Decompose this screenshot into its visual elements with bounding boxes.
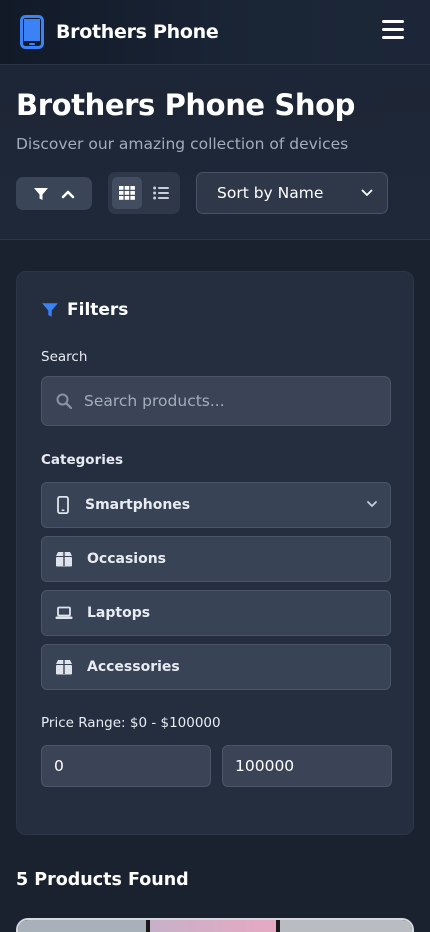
list-icon: [153, 186, 169, 200]
chevron-down-icon: [367, 501, 377, 507]
sort-select[interactable]: Sort by Name: [196, 172, 388, 214]
filters-title: Filters: [67, 300, 129, 320]
search-icon: [56, 393, 72, 409]
funnel-icon: [34, 187, 48, 200]
category-label: Accessories: [87, 659, 180, 675]
phone-icon: [20, 15, 44, 49]
price-max-input[interactable]: 100000: [222, 745, 392, 787]
products-count: 5 Products Found: [16, 870, 189, 890]
category-occasions[interactable]: Occasions: [41, 536, 391, 582]
smartphone-icon: [57, 496, 69, 514]
grid-view-button[interactable]: [112, 177, 142, 209]
search-input[interactable]: Search products...: [41, 376, 391, 426]
category-laptops[interactable]: Laptops: [41, 590, 391, 636]
product-image: [150, 920, 276, 932]
price-min-input[interactable]: 0: [41, 745, 211, 787]
box-icon: [56, 660, 72, 675]
category-label: Smartphones: [85, 497, 191, 513]
product-card[interactable]: [16, 918, 414, 932]
filters-panel: Filters Search Search products... Catego…: [16, 271, 414, 835]
funnel-icon: [42, 303, 58, 317]
list-view-button[interactable]: [146, 177, 176, 209]
search-placeholder: Search products...: [84, 392, 225, 410]
product-image: [18, 920, 146, 932]
sort-selected-value: Sort by Name: [217, 184, 324, 202]
page-subtitle: Discover our amazing collection of devic…: [16, 135, 349, 153]
product-image: [280, 920, 412, 932]
grid-icon: [119, 186, 135, 200]
box-icon: [56, 552, 72, 567]
page-title: Brothers Phone Shop: [16, 88, 356, 122]
category-label: Laptops: [87, 605, 151, 621]
category-smartphones[interactable]: Smartphones: [41, 482, 391, 528]
filters-header: Filters: [41, 300, 128, 320]
category-accessories[interactable]: Accessories: [41, 644, 391, 690]
price-range-label: Price Range: $0 - $100000: [41, 715, 221, 731]
categories-label: Categories: [41, 452, 124, 468]
chevron-up-icon: [61, 190, 75, 198]
brand-name[interactable]: Brothers Phone: [56, 21, 219, 43]
hero-section: Brothers Phone Shop Discover our amazing…: [0, 65, 430, 240]
hamburger-icon[interactable]: [382, 20, 406, 42]
chevron-down-icon: [361, 189, 373, 196]
view-toggle: [108, 172, 180, 214]
filter-toggle-button[interactable]: [16, 177, 92, 210]
category-label: Occasions: [87, 551, 166, 567]
laptop-icon: [55, 606, 73, 619]
top-header: Brothers Phone: [0, 0, 430, 65]
search-label: Search: [41, 349, 88, 365]
